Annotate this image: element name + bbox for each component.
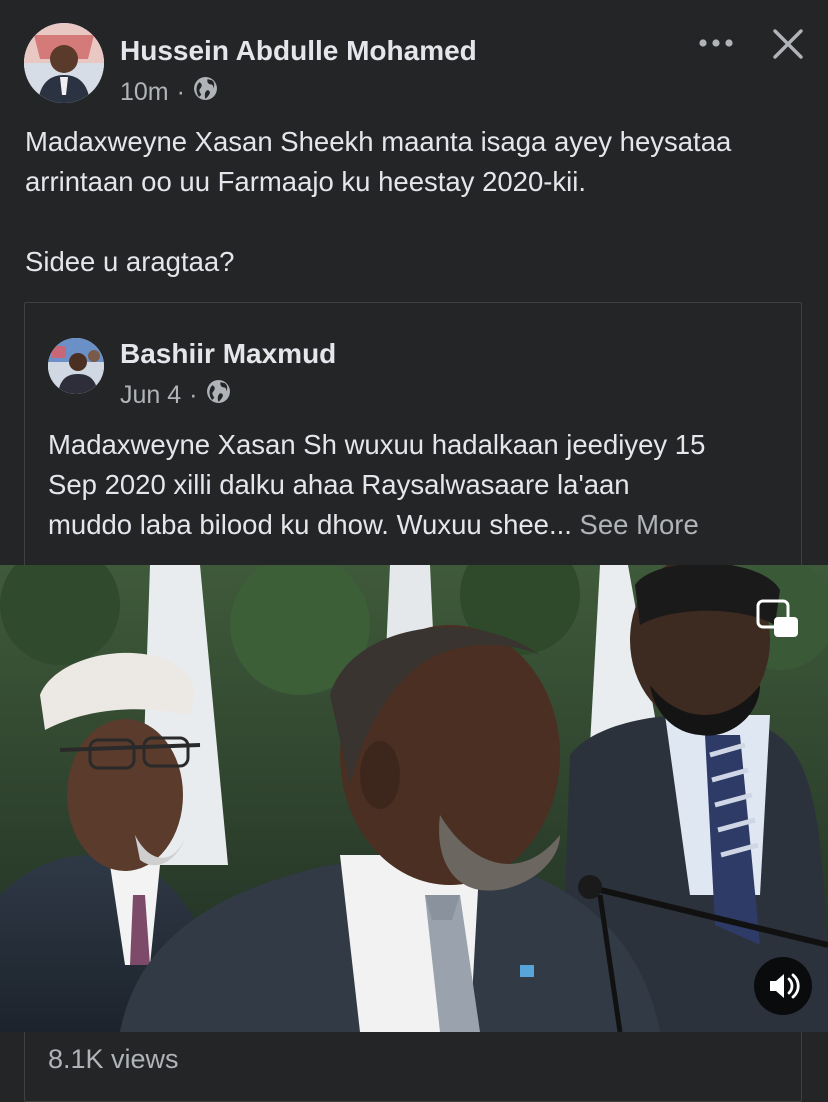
shared-post-text: Madaxweyne Xasan Sh wuxuu hadalkaan jeed… — [48, 425, 808, 545]
post-text: Madaxweyne Xasan Sheekh maanta isaga aye… — [25, 126, 732, 277]
shared-author-avatar[interactable] — [48, 338, 104, 394]
video-player[interactable] — [0, 565, 828, 1032]
shared-meta: Jun 4 · — [120, 379, 231, 411]
post-timestamp[interactable]: 10m — [120, 78, 169, 107]
picture-in-picture-icon[interactable] — [756, 599, 800, 639]
more-icon[interactable] — [698, 33, 734, 53]
globe-icon — [206, 379, 231, 411]
view-count: 8.1K views — [48, 1044, 179, 1074]
meta-separator: · — [189, 380, 198, 409]
sound-on-icon[interactable] — [753, 956, 813, 1016]
author-avatar[interactable] — [24, 23, 104, 103]
shared-author-name[interactable]: Bashiir Maxmud — [120, 338, 336, 370]
close-icon[interactable] — [771, 27, 805, 61]
meta-separator: · — [176, 77, 185, 106]
post-author-name[interactable]: Hussein Abdulle Mohamed — [120, 35, 477, 67]
video-frame — [0, 565, 828, 1032]
post-meta: 10m · — [120, 76, 218, 108]
see-more-link[interactable]: See More — [580, 509, 699, 540]
shared-timestamp[interactable]: Jun 4 — [120, 381, 181, 410]
globe-icon — [193, 76, 218, 108]
